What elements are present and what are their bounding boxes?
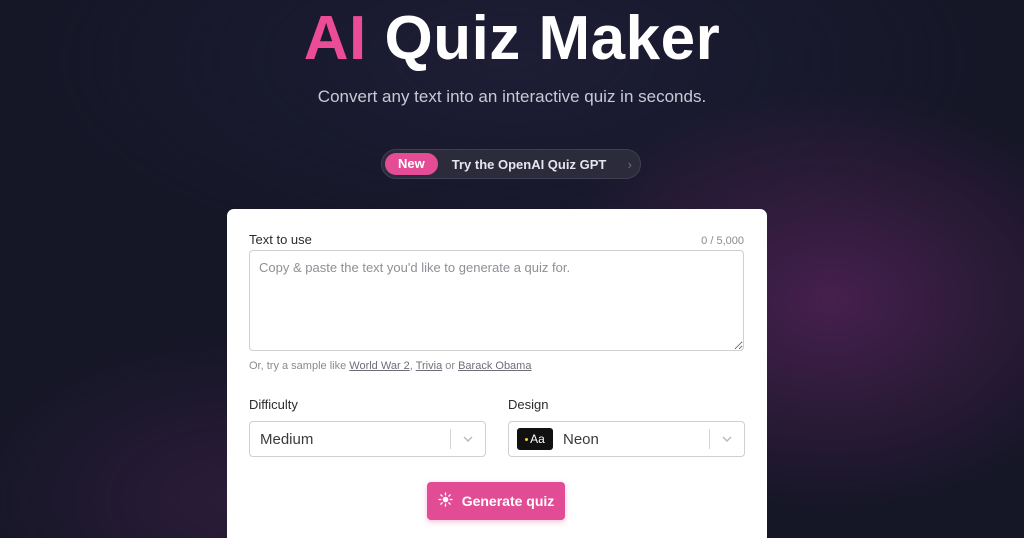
design-swatch-text: Aa (530, 432, 545, 446)
text-to-use-label: Text to use (249, 232, 312, 247)
difficulty-value: Medium (260, 430, 314, 448)
text-input-wrapper (249, 250, 744, 351)
text-label-row: Text to use 0 / 5,000 (249, 232, 744, 247)
page-title: AI Quiz Maker (0, 4, 1024, 74)
swatch-dot (525, 437, 529, 441)
page-subtitle: Convert any text into an interactive qui… (317, 87, 707, 106)
difficulty-select[interactable]: Medium (249, 421, 486, 457)
generate-quiz-button[interactable]: Generate quiz (427, 482, 565, 520)
design-value: Neon (563, 430, 599, 448)
samples-comma: , (409, 360, 413, 372)
samples-or: or (445, 360, 456, 372)
page-title-rest: Quiz Maker (384, 4, 721, 73)
design-swatch: Aa (517, 428, 553, 450)
design-label: Design (508, 397, 549, 412)
character-counter: 0 / 5,000 (701, 235, 744, 247)
samples-prefix: Or, try a sample like (249, 360, 347, 372)
sample-link-world-war-2[interactable]: World War 2 (349, 360, 410, 372)
new-badge: New (385, 153, 438, 175)
announcement-pill[interactable]: New Try the OpenAI Quiz GPT › (381, 149, 641, 179)
sample-link-trivia[interactable]: Trivia (416, 360, 442, 372)
difficulty-label: Difficulty (249, 397, 298, 412)
design-select[interactable]: Aa Neon (508, 421, 745, 457)
generate-quiz-label: Generate quiz (461, 493, 555, 509)
sample-links: Or, try a sample like World War 2, Trivi… (249, 360, 531, 372)
sample-link-barack-obama[interactable]: Barack Obama (458, 360, 531, 372)
lightbulb-icon (437, 492, 453, 510)
announcement-text: Try the OpenAI Quiz GPT (451, 156, 607, 172)
page-title-accent: AI (303, 4, 367, 73)
quiz-form-card: Text to use 0 / 5,000 Or, try a sample l… (227, 209, 767, 538)
quiz-text-input[interactable] (249, 250, 744, 351)
chevron-down-icon[interactable] (451, 422, 485, 456)
chevron-down-icon[interactable] (710, 422, 744, 456)
chevron-right-icon: › (627, 156, 632, 172)
